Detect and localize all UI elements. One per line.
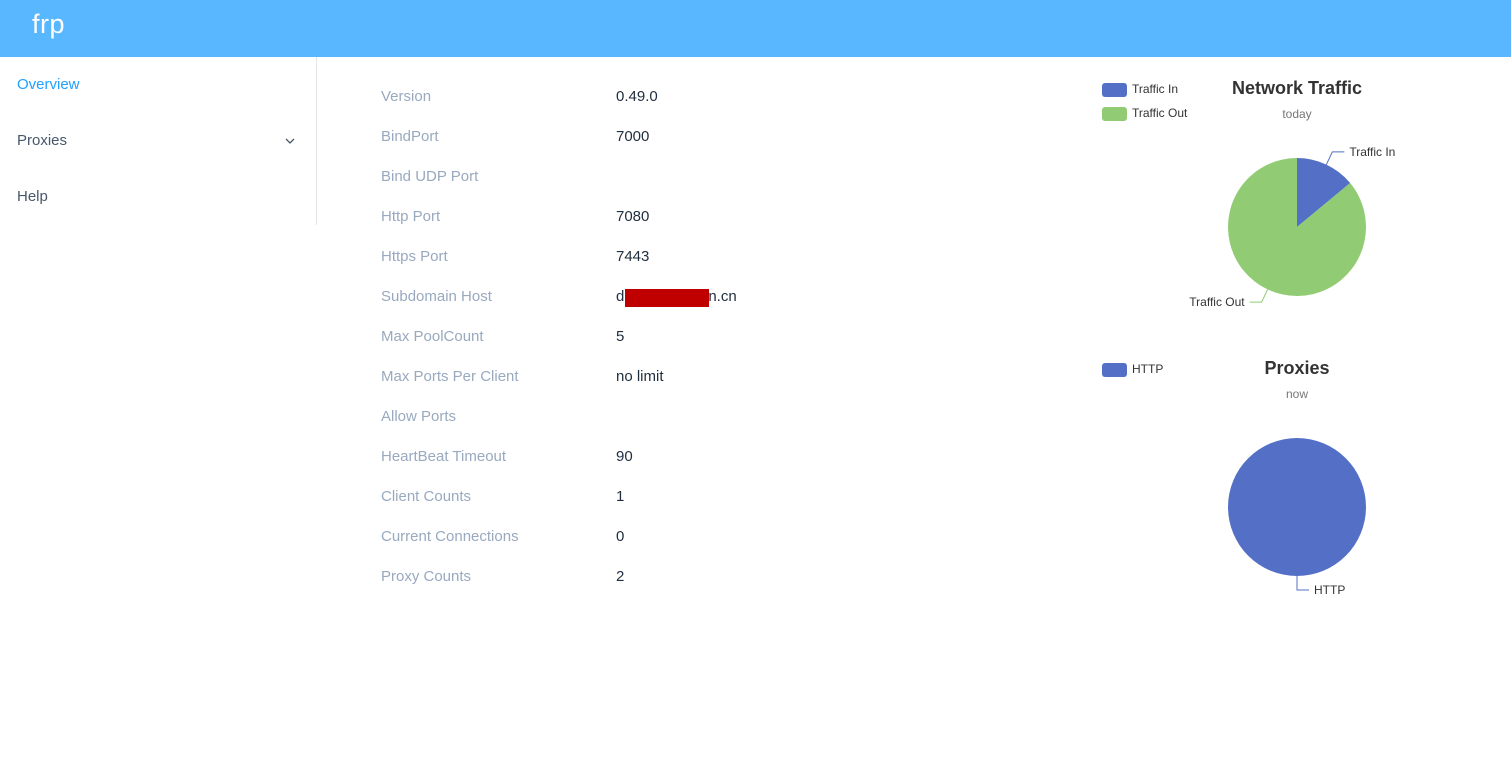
info-label: Https Port <box>381 248 448 265</box>
pie-plot: HTTP <box>1228 438 1366 597</box>
app-logo-title[interactable]: frp <box>32 9 65 40</box>
info-label: Current Connections <box>381 528 519 545</box>
info-row-current-connections: Current Connections 0 <box>381 517 941 557</box>
info-row-bind-udp-port: Bind UDP Port <box>381 157 941 197</box>
pie-slice-label: Traffic In <box>1349 145 1395 159</box>
info-label: Version <box>381 88 432 105</box>
info-value: 2 <box>616 568 625 585</box>
info-value: 1 <box>616 488 625 505</box>
proxies-chart: HTTP Proxies now HTTP <box>1090 355 1510 625</box>
sidebar-item-overview[interactable]: Overview <box>17 76 80 93</box>
info-row-max-pool-count: Max PoolCount 5 <box>381 317 941 357</box>
subdomain-prefix: d <box>616 288 625 305</box>
info-value: 7000 <box>616 128 650 145</box>
info-label: HeartBeat Timeout <box>381 448 507 465</box>
info-value: 0 <box>616 528 625 545</box>
pie-label-line <box>1249 289 1269 303</box>
info-row-https-port: Https Port 7443 <box>381 237 941 277</box>
info-value: 7080 <box>616 208 650 225</box>
info-label: Client Counts <box>381 488 472 505</box>
info-label: Http Port <box>381 208 441 225</box>
info-value: 7443 <box>616 248 650 265</box>
info-row-version: Version 0.49.0 <box>381 77 941 117</box>
info-value: no limit <box>616 368 664 385</box>
info-value: 5 <box>616 328 625 345</box>
info-label: BindPort <box>381 128 439 145</box>
pie-slice-label: Traffic Out <box>1189 295 1245 309</box>
info-value: d n.cn <box>616 288 737 307</box>
info-label: Allow Ports <box>381 408 457 425</box>
info-value: 0.49.0 <box>616 88 658 105</box>
info-label: Subdomain Host <box>381 288 492 305</box>
info-label: Proxy Counts <box>381 568 472 585</box>
sidebar-item-proxies[interactable]: Proxies <box>17 132 67 149</box>
chevron-down-icon[interactable] <box>284 135 296 147</box>
info-row-bind-port: BindPort 7000 <box>381 117 941 157</box>
info-row-heartbeat-timeout: HeartBeat Timeout 90 <box>381 437 941 477</box>
sidebar-item-help[interactable]: Help <box>17 188 48 205</box>
subdomain-suffix: n.cn <box>708 288 737 305</box>
info-label: Max PoolCount <box>381 328 484 345</box>
info-value: 90 <box>616 448 633 465</box>
top-header: frp <box>0 0 1511 57</box>
pie-label-line <box>1325 151 1345 165</box>
info-row-allow-ports: Allow Ports <box>381 397 941 437</box>
info-label: Bind UDP Port <box>381 168 479 185</box>
pie-slice-http[interactable] <box>1228 438 1366 576</box>
pie-plot: Traffic In Traffic Out <box>1189 145 1395 309</box>
info-label: Max Ports Per Client <box>381 368 519 385</box>
info-row-http-port: Http Port 7080 <box>381 197 941 237</box>
info-row-proxy-counts: Proxy Counts 2 <box>381 557 941 597</box>
redaction-block <box>625 289 709 307</box>
info-row-subdomain-host: Subdomain Host d n.cn <box>381 277 941 317</box>
sidebar-menu: Overview Proxies Help <box>0 57 317 225</box>
pie-label-line <box>1296 576 1309 591</box>
info-row-client-counts: Client Counts 1 <box>381 477 941 517</box>
info-row-max-ports-per-client: Max Ports Per Client no limit <box>381 357 941 397</box>
pie-slice-label: HTTP <box>1314 583 1345 597</box>
network-traffic-chart: Traffic In Traffic Out Network Traffic t… <box>1090 75 1510 345</box>
